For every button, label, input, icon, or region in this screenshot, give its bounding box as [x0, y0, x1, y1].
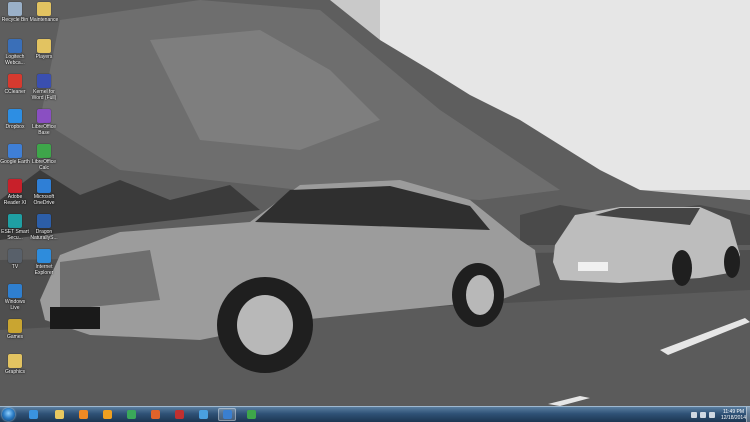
winamp-taskbar-button[interactable]	[98, 408, 116, 421]
ie-blue-icon	[222, 410, 232, 419]
firefox-icon	[150, 410, 160, 419]
desktop-icon-games[interactable]: Games	[0, 317, 30, 340]
dragon-icon	[37, 214, 51, 228]
network-icon[interactable]	[699, 412, 706, 418]
clock[interactable]: 11:49 PM 12/18/2014	[721, 409, 746, 421]
media-player-taskbar-button[interactable]	[74, 408, 92, 421]
volume-icon[interactable]	[708, 412, 715, 418]
folder-icon	[37, 39, 51, 53]
onedrive-icon	[37, 179, 51, 193]
desktop-icon-logitech[interactable]: Logitech Webca...	[0, 37, 30, 66]
desktop-icon-dragon[interactable]: Dragon NaturallyS...	[29, 212, 59, 241]
firefox-taskbar-button[interactable]	[146, 408, 164, 421]
eset-icon	[8, 214, 22, 228]
internet-explorer-icon	[28, 410, 38, 419]
taskbar: 11:49 PM 12/18/2014	[0, 406, 750, 422]
tray-arrow-icon[interactable]	[690, 412, 697, 418]
desktop-icon-recycle-bin[interactable]: Recycle Bin	[0, 0, 30, 23]
calc-taskbar-button[interactable]	[242, 408, 260, 421]
google-earth-icon	[8, 144, 22, 158]
internet-explorer-icon	[37, 249, 51, 263]
desktop-icon-tv[interactable]: TV	[0, 247, 30, 270]
red-app-icon	[174, 410, 184, 419]
app-taskbar-button-2[interactable]	[170, 408, 188, 421]
desktop-icon-maintenance[interactable]: Maintenance	[29, 0, 59, 23]
tv-icon	[8, 249, 22, 263]
folder-icon	[8, 354, 22, 368]
desktop-icon-players[interactable]: Players	[29, 37, 59, 60]
desktop-icon-google-earth[interactable]: Google Earth	[0, 142, 30, 165]
desktop-icon-ccleaner[interactable]: CCleaner	[0, 72, 30, 95]
desktop-icon-libreoffice-calc[interactable]: LibreOffice Calc	[29, 142, 59, 171]
app-taskbar-button-4[interactable]	[218, 408, 236, 421]
show-desktop-button[interactable]	[746, 407, 750, 422]
recycle-bin-icon	[8, 2, 22, 16]
desktop[interactable]: Recycle Bin Logitech Webca... CCleaner D…	[0, 0, 750, 406]
internet-explorer-taskbar-button[interactable]	[24, 408, 42, 421]
explorer-taskbar-button[interactable]	[50, 408, 68, 421]
spreadsheet-icon	[246, 410, 256, 419]
wallpaper-aston-martin	[0, 0, 750, 406]
libreoffice-base-icon	[37, 109, 51, 123]
desktop-icon-adobe-reader[interactable]: Adobe Reader XI	[0, 177, 30, 206]
windows-live-icon	[8, 284, 22, 298]
desktop-icon-graphics[interactable]: Graphics	[0, 352, 30, 375]
folder-icon	[54, 410, 64, 419]
adobe-reader-icon	[8, 179, 22, 193]
webcam-icon	[8, 39, 22, 53]
desktop-icon-onedrive[interactable]: Microsoft OneDrive	[29, 177, 59, 206]
desktop-icon-internet-explorer[interactable]: Internet Explorer	[29, 247, 59, 276]
desktop-icon-kernel[interactable]: Kernel for Word (Full)	[29, 72, 59, 101]
app-taskbar-button-3[interactable]	[194, 408, 212, 421]
games-icon	[8, 319, 22, 333]
desktop-icon-libreoffice-base[interactable]: LibreOffice Base	[29, 107, 59, 136]
folder-icon	[37, 2, 51, 16]
clock-date: 12/18/2014	[720, 415, 746, 421]
blue-diamond-icon	[198, 410, 208, 419]
start-button[interactable]	[2, 408, 15, 421]
desktop-icon-eset[interactable]: ESET Smart Secu...	[0, 212, 30, 241]
app-taskbar-button-1[interactable]	[122, 408, 140, 421]
kernel-icon	[37, 74, 51, 88]
system-tray: 11:49 PM 12/18/2014	[690, 408, 746, 422]
libreoffice-calc-icon	[37, 144, 51, 158]
desktop-icon-dropbox[interactable]: Dropbox	[0, 107, 30, 130]
desktop-icon-windows-live[interactable]: Windows Live	[0, 282, 30, 311]
dropbox-icon	[8, 109, 22, 123]
green-app-icon	[126, 410, 136, 419]
media-player-icon	[78, 410, 88, 419]
winamp-icon	[102, 410, 112, 419]
ccleaner-icon	[8, 74, 22, 88]
